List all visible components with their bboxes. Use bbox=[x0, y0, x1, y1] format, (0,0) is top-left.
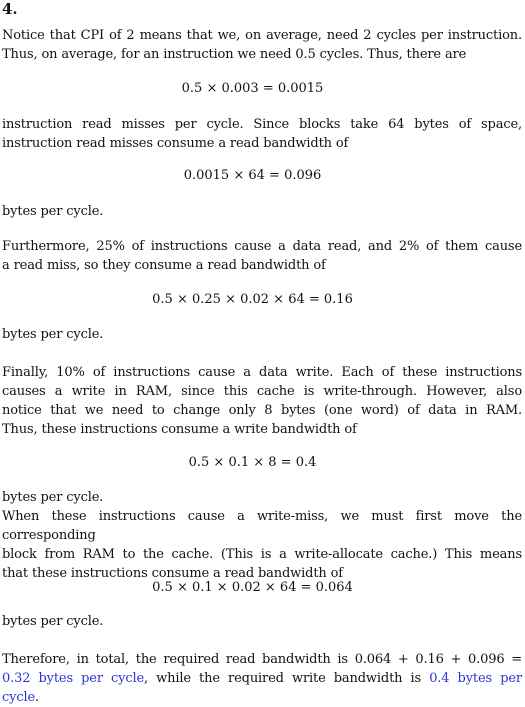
text-line: Therefore, in total, the required read b… bbox=[2, 652, 522, 667]
paragraph-write-miss: bytes per cycle. When these instructions… bbox=[2, 488, 522, 583]
answer-write-bandwidth-cont: cycle bbox=[2, 690, 36, 705]
paragraph-conclusion: Therefore, in total, the required read b… bbox=[2, 650, 522, 707]
answer-write-bandwidth: 0.4 bytes per bbox=[429, 671, 522, 686]
answer-read-bandwidth: 0.32 bytes per cycle bbox=[2, 671, 145, 686]
paragraph-block-size: instruction read misses per cycle. Since… bbox=[2, 115, 522, 153]
document-page: 4. Notice that CPI of 2 means that we, o… bbox=[0, 0, 525, 707]
paragraph-unit: bytes per cycle. bbox=[2, 327, 104, 342]
text-line: Thus, these instructions consume a write… bbox=[2, 422, 357, 437]
paragraph-data-write: Finally, 10% of instructions cause a dat… bbox=[2, 363, 522, 439]
text-line: Furthermore, 25% of instructions cause a… bbox=[2, 239, 522, 254]
text-line: cycle. bbox=[2, 688, 522, 707]
text-line: When these instructions cause a write-mi… bbox=[2, 509, 522, 543]
paragraph-cpi: Notice that CPI of 2 means that we, on a… bbox=[2, 26, 522, 64]
equation-write-bandwidth: 0.5 × 0.1 × 8 = 0.4 bbox=[188, 455, 317, 470]
text-line: notice that we need to change only 8 byt… bbox=[2, 403, 522, 418]
problem-number: 4. bbox=[2, 0, 18, 18]
text-line: bytes per cycle. bbox=[2, 490, 104, 505]
text-line: instruction read misses consume a read b… bbox=[2, 136, 349, 151]
text-line: block from RAM to the cache. (This is a … bbox=[2, 547, 522, 562]
text-line: Thus, on average, for an instruction we … bbox=[2, 47, 467, 62]
equation-instruction-misses: 0.5 × 0.003 = 0.0015 bbox=[181, 81, 324, 96]
equation-write-miss-bandwidth: 0.5 × 0.1 × 0.02 × 64 = 0.064 bbox=[152, 580, 353, 595]
equation-instruction-bandwidth: 0.0015 × 64 = 0.096 bbox=[183, 168, 322, 183]
text-fragment: , while the required write bandwidth is bbox=[144, 671, 430, 686]
text-line: Finally, 10% of instructions cause a dat… bbox=[2, 365, 522, 380]
text-line: 0.32 bytes per cycle, while the required… bbox=[2, 669, 522, 688]
equation-data-read-bandwidth: 0.5 × 0.25 × 0.02 × 64 = 0.16 bbox=[152, 292, 353, 307]
paragraph-data-read: Furthermore, 25% of instructions cause a… bbox=[2, 237, 522, 275]
text-fragment: . bbox=[35, 690, 39, 705]
text-line: a read miss, so they consume a read band… bbox=[2, 258, 326, 273]
paragraph-unit: bytes per cycle. bbox=[2, 614, 104, 629]
text-line: instruction read misses per cycle. Since… bbox=[2, 117, 522, 132]
text-line: causes a write in RAM, since this cache … bbox=[2, 384, 522, 399]
paragraph-unit: bytes per cycle. bbox=[2, 204, 104, 219]
text-line: Notice that CPI of 2 means that we, on a… bbox=[2, 28, 522, 43]
